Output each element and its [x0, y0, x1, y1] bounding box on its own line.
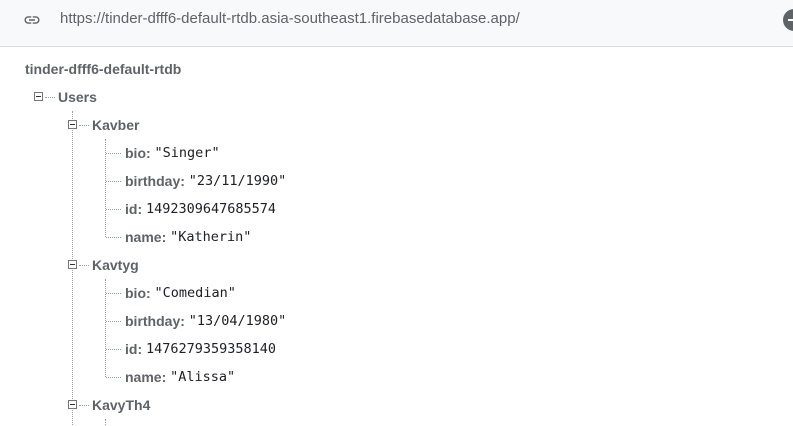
- root-node-name[interactable]: tinder-dfff6-default-rtdb: [25, 61, 181, 77]
- database-url[interactable]: https://tinder-dfff6-default-rtdb.asia-s…: [60, 10, 520, 27]
- link-icon[interactable]: [21, 11, 43, 29]
- add-icon[interactable]: [783, 9, 793, 31]
- field-row[interactable]: name: "Katherin": [125, 229, 250, 245]
- users-node[interactable]: Users: [58, 89, 97, 105]
- collapse-user-toggle[interactable]: [68, 120, 77, 129]
- field-row[interactable]: birthday: "13/04/1980": [125, 313, 286, 329]
- field-row[interactable]: birthday: "23/11/1990": [125, 173, 286, 189]
- address-bar: https://tinder-dfff6-default-rtdb.asia-s…: [0, 0, 793, 47]
- field-row[interactable]: id: 1492309647685574: [125, 201, 275, 217]
- user-node-kavber[interactable]: Kavber: [92, 117, 139, 133]
- database-tree: tinder-dfff6-default-rtdb Users Kavber b…: [0, 47, 793, 426]
- field-row[interactable]: id: 1476279359358140: [125, 341, 275, 357]
- user-node-kavyth4[interactable]: KavyTh4: [92, 397, 150, 413]
- collapse-user-toggle[interactable]: [68, 400, 77, 409]
- user-node-kavtyg[interactable]: Kavtyg: [92, 257, 139, 273]
- collapse-user-toggle[interactable]: [68, 260, 77, 269]
- field-row[interactable]: name: "Alissa": [125, 369, 235, 385]
- field-row[interactable]: bio: "Singer": [125, 145, 219, 161]
- collapse-users-toggle[interactable]: [34, 92, 43, 101]
- field-row[interactable]: bio: "Comedian": [125, 285, 236, 301]
